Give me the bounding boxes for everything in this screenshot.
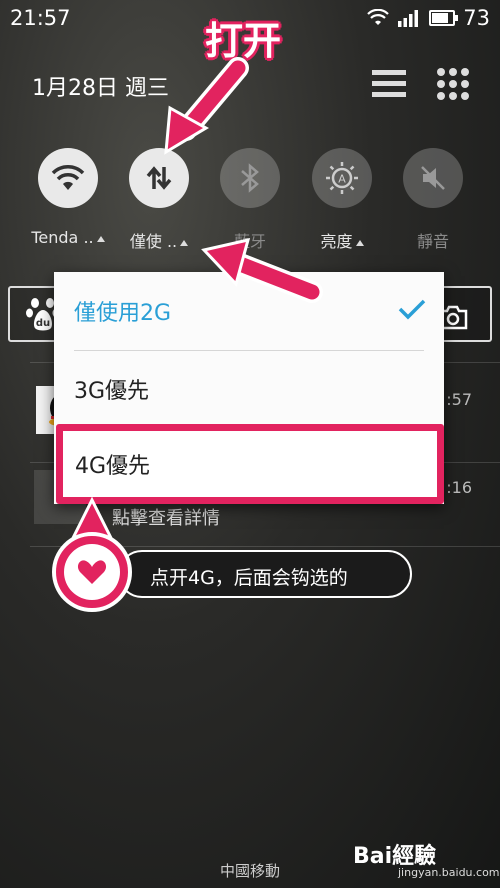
dropdown-arrow-icon xyxy=(355,239,364,246)
svg-text:du: du xyxy=(36,318,50,329)
annotation-badge xyxy=(52,532,132,612)
mute-icon xyxy=(421,166,445,190)
mobile-data-label: 僅使 .. xyxy=(113,228,205,252)
menu-item-2g-only[interactable]: 僅使用2G xyxy=(54,272,444,350)
mute-label: 靜音 xyxy=(416,232,449,251)
checkmark-icon xyxy=(398,299,426,320)
menu-item-label: 3G優先 xyxy=(74,379,150,404)
menu-item-label: 僅使用2G xyxy=(74,301,172,326)
brightness-toggle[interactable]: A xyxy=(312,148,372,208)
wifi-label: Tenda .. xyxy=(22,228,114,247)
bluetooth-label: 藍牙 xyxy=(233,232,266,251)
wifi-status-icon xyxy=(367,9,390,25)
mobile-data-toggle[interactable] xyxy=(129,148,189,208)
menu-item-label: 4G優先 xyxy=(75,454,151,479)
brightness-icon: A xyxy=(326,162,358,194)
bluetooth-icon xyxy=(241,163,259,193)
list-icon[interactable] xyxy=(372,70,406,98)
grid-icon[interactable] xyxy=(437,68,469,100)
mute-toggle[interactable] xyxy=(403,148,463,208)
mobile-data-icon xyxy=(146,166,172,190)
wifi-toggle[interactable] xyxy=(38,148,98,208)
watermark-url: jingyan.baidu.com xyxy=(398,866,500,879)
annotation-tooltip-text: 点开4G，后面会钩选的 xyxy=(150,567,348,589)
annotation-title: 打开 xyxy=(205,19,282,63)
dropdown-arrow-icon xyxy=(180,239,189,246)
menu-item-3g-preferred[interactable]: 3G優先 xyxy=(54,350,444,428)
battery-icon xyxy=(429,10,459,26)
brightness-label: 亮度 xyxy=(296,228,388,252)
battery-percent: 73 xyxy=(463,6,490,30)
arrow-to-mobile-data-icon xyxy=(164,57,249,155)
date-label: 1月28日 週三 xyxy=(32,76,169,101)
notification-time: :57 xyxy=(446,390,472,409)
status-time: 21:57 xyxy=(10,6,71,30)
notification-text[interactable]: 點擊查看詳情 xyxy=(112,504,220,530)
dropdown-arrow-icon xyxy=(96,235,105,242)
notification-time: :16 xyxy=(446,478,472,497)
wifi-icon xyxy=(51,165,85,190)
menu-item-4g-preferred[interactable]: 4G優先 xyxy=(56,424,444,504)
signal-icon xyxy=(398,10,419,27)
bluetooth-toggle[interactable] xyxy=(220,148,280,208)
status-icons: 73 xyxy=(367,6,490,30)
heart-icon xyxy=(77,560,107,584)
svg-text:A: A xyxy=(338,173,346,186)
